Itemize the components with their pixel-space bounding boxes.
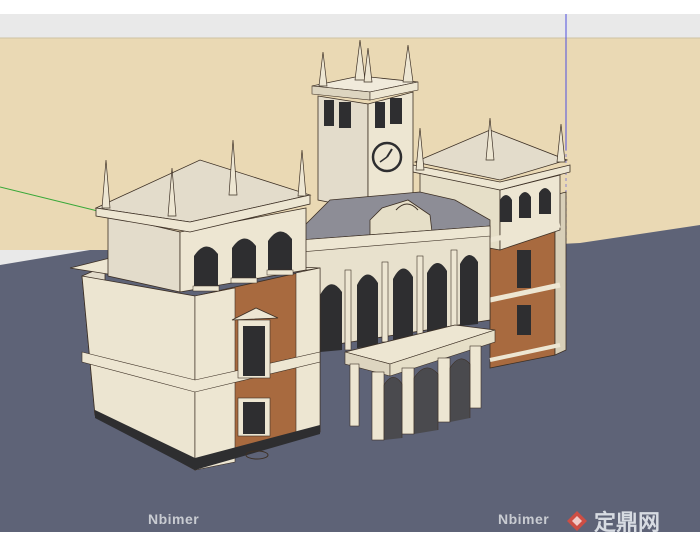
- viewport-title-bar: [0, 0, 700, 14]
- watermark-left: Nbimer: [148, 511, 200, 527]
- brand-watermark-text: 定鼎网: [594, 511, 661, 536]
- sketchup-viewport[interactable]: [0, 14, 700, 532]
- brand-watermark: 定鼎网: [566, 505, 660, 537]
- watermark-right: Nbimer: [498, 511, 550, 527]
- brand-logo-icon: [567, 511, 587, 531]
